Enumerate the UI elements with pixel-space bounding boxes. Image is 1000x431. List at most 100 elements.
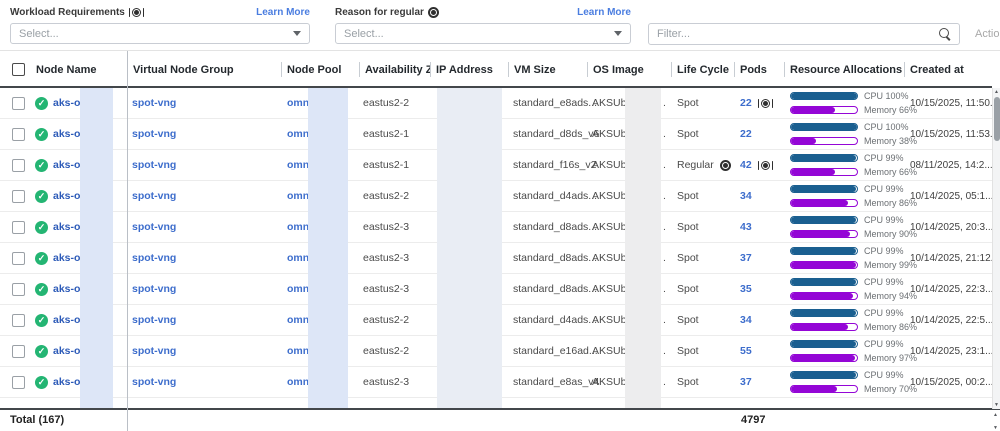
node-pool-link[interactable]: omnp: [287, 190, 316, 202]
availability-zone-cell: eastus2-3: [359, 406, 430, 408]
node-name-link[interactable]: aks-om: [53, 408, 90, 409]
node-name-link[interactable]: aks-om: [53, 252, 90, 264]
row-checkbox[interactable]: [12, 128, 25, 141]
node-name-link[interactable]: aks-om: [53, 314, 90, 326]
scroll-down-icon[interactable]: ▼: [994, 401, 999, 409]
row-checkbox[interactable]: [12, 97, 25, 110]
column-header-os-image[interactable]: OS Image: [587, 51, 671, 88]
os-image-suffix: .: [663, 283, 666, 295]
vm-size-value: standard_d4ads...: [513, 190, 597, 202]
node-pool-link[interactable]: omnp: [287, 221, 316, 233]
created-at-cell: 10/14/2025, 21:12...: [904, 243, 992, 273]
scrollbar-thumb[interactable]: [994, 97, 1000, 141]
learn-more-link-regular[interactable]: Learn More: [577, 7, 631, 18]
row-checkbox[interactable]: [12, 252, 25, 265]
row-checkbox[interactable]: [12, 314, 25, 327]
pods-count-link[interactable]: 34: [740, 190, 752, 202]
created-at-value: 10/14/2025, 05:1...: [910, 191, 993, 202]
row-checkbox[interactable]: [12, 159, 25, 172]
virtual-node-group-link[interactable]: spot-vng: [132, 190, 176, 202]
virtual-node-group-link[interactable]: spot-vng: [132, 314, 176, 326]
pods-count-link[interactable]: 34: [740, 314, 752, 326]
column-header-created-at[interactable]: Created at: [904, 51, 992, 88]
pods-count-link[interactable]: 42: [740, 159, 752, 171]
node-pool-link[interactable]: omnp: [287, 97, 316, 109]
node-name-cell: ✓aks-om: [30, 336, 127, 366]
node-pool-link[interactable]: omnp: [287, 128, 316, 140]
os-image-suffix: .: [663, 376, 666, 388]
node-name-link[interactable]: aks-om: [53, 221, 90, 233]
column-header-pods[interactable]: Pods: [734, 51, 784, 88]
row-checkbox[interactable]: [12, 283, 25, 296]
row-checkbox[interactable]: [12, 376, 25, 389]
row-checkbox[interactable]: [12, 190, 25, 203]
virtual-node-group-link[interactable]: spot-vng: [132, 345, 176, 357]
column-header-virtual-node-group[interactable]: Virtual Node Group: [127, 51, 281, 88]
row-checkbox-cell: [0, 367, 30, 397]
workload-requirements-select[interactable]: Select...: [10, 23, 310, 44]
pods-count-link[interactable]: 22: [740, 97, 752, 109]
node-healthy-icon: ✓: [35, 252, 48, 265]
resource-allocations-cell: CPU 99%Memory 94%: [784, 274, 904, 304]
select-all-checkbox[interactable]: [12, 63, 25, 76]
resource-allocations-cell: CPU 99%Memory 66%: [784, 150, 904, 180]
column-header-resource-allocations[interactable]: Resource Allocations ↓: [784, 51, 904, 88]
virtual-node-group-link[interactable]: spot-vng: [132, 283, 176, 295]
life-cycle-value: Spot: [677, 190, 699, 202]
column-header-life-cycle[interactable]: Life Cycle: [671, 51, 734, 88]
filter-input[interactable]: [649, 28, 937, 40]
vertical-scrollbar[interactable]: ▲ ▼: [992, 88, 1000, 409]
node-pool-link[interactable]: omnp: [287, 252, 316, 264]
os-image-cell: AKSUbun.: [587, 88, 671, 118]
pods-count-link[interactable]: 37: [740, 252, 752, 264]
scroll-up-icon[interactable]: ▲: [994, 88, 999, 96]
virtual-node-group-link[interactable]: spot-vng: [132, 97, 176, 109]
pods-count-link[interactable]: 37: [740, 376, 752, 388]
node-name-link[interactable]: aks-om: [53, 128, 90, 140]
column-header-availability-zone[interactable]: Availability Zone: [359, 51, 430, 88]
node-name-link[interactable]: aks-om: [53, 190, 90, 202]
node-pool-link[interactable]: omnp: [287, 159, 316, 171]
search-icon[interactable]: [937, 26, 953, 42]
node-pool-cell: omnp: [281, 367, 359, 397]
actions-button[interactable]: Actions: [975, 28, 1000, 40]
learn-more-link-workload[interactable]: Learn More: [256, 7, 310, 18]
column-header-node-pool[interactable]: Node Pool: [281, 51, 359, 88]
row-checkbox[interactable]: [12, 408, 25, 409]
filters-toolbar: Workload Requirements Learn More Select.…: [0, 0, 1000, 50]
virtual-node-group-link[interactable]: spot-vng: [132, 128, 176, 140]
column-header-node-name[interactable]: Node Name: [30, 51, 127, 88]
row-checkbox[interactable]: [12, 221, 25, 234]
node-name-link[interactable]: aks-om: [53, 159, 90, 171]
node-pool-link[interactable]: omnp: [287, 376, 316, 388]
memory-allocation: Memory 94%: [790, 291, 917, 301]
virtual-node-group-link[interactable]: spot-vng: [132, 252, 176, 264]
scroll-down-icon[interactable]: ▼: [993, 424, 998, 431]
virtual-node-group-link[interactable]: spot-vng: [132, 376, 176, 388]
node-name-link[interactable]: aks-om: [53, 283, 90, 295]
pods-count-link[interactable]: 35: [740, 283, 752, 295]
virtual-node-group-link[interactable]: spot-vng: [132, 221, 176, 233]
node-pool-link[interactable]: omnp: [287, 283, 316, 295]
pods-count-link[interactable]: 43: [740, 221, 752, 233]
column-header-ip-address[interactable]: IP Address: [430, 51, 508, 88]
pods-count-link[interactable]: 55: [740, 345, 752, 357]
availability-zone-value: eastus2-2: [363, 190, 409, 202]
row-checkbox-cell: [0, 181, 30, 211]
footer-scroll-arrows: ▲ ▼: [991, 411, 1000, 431]
column-header-vm-size[interactable]: VM Size: [508, 51, 587, 88]
scroll-up-icon[interactable]: ▲: [993, 411, 998, 419]
workload-requirements-filter: Workload Requirements Learn More Select.…: [10, 4, 310, 44]
node-name-cell: ✓aks-om: [30, 88, 127, 118]
node-name-link[interactable]: aks-om: [53, 97, 90, 109]
node-pool-cell: omnp: [281, 212, 359, 242]
node-name-link[interactable]: aks-om: [53, 376, 90, 388]
node-name-link[interactable]: aks-om: [53, 345, 90, 357]
row-checkbox[interactable]: [12, 345, 25, 358]
cpu-allocation: CPU 99%: [790, 339, 917, 349]
virtual-node-group-link[interactable]: spot-vng: [132, 159, 176, 171]
reason-for-regular-select[interactable]: Select...: [335, 23, 631, 44]
pods-count-link[interactable]: 22: [740, 128, 752, 140]
node-pool-link[interactable]: omnp: [287, 314, 316, 326]
node-pool-link[interactable]: omnp: [287, 345, 316, 357]
